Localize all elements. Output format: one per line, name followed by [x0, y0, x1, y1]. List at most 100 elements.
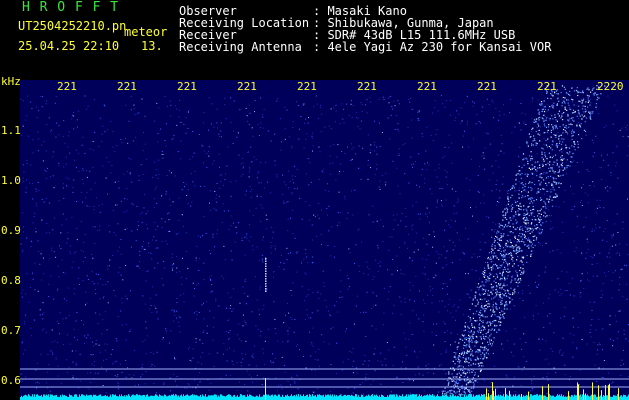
signal-pixel	[545, 204, 547, 206]
noise-pixel	[224, 104, 226, 106]
noise-pixel	[522, 225, 524, 227]
signal-pixel	[489, 339, 491, 341]
baseline-bar	[454, 396, 455, 400]
noise-pixel	[392, 312, 393, 314]
signal-pixel	[477, 283, 480, 285]
noise-pixel	[477, 382, 479, 383]
noise-pixel	[493, 231, 495, 233]
noise-pixel	[140, 164, 142, 166]
noise-pixel	[408, 99, 410, 100]
signal-pixel	[522, 272, 524, 274]
signal-pixel	[465, 372, 467, 375]
signal-pixel	[457, 387, 459, 389]
noise-pixel	[118, 187, 120, 189]
signal-pixel	[502, 314, 504, 316]
signal-pixel	[518, 239, 520, 241]
noise-pixel	[48, 117, 50, 119]
noise-pixel	[464, 102, 466, 104]
noise-pixel	[164, 267, 166, 269]
baseline-bar	[236, 396, 237, 400]
noise-pixel	[179, 294, 181, 296]
signal-pixel	[526, 141, 528, 143]
noise-pixel	[421, 133, 423, 135]
noise-pixel	[547, 315, 548, 317]
noise-pixel	[404, 243, 406, 244]
signal-pixel	[578, 91, 580, 93]
signal-pixel	[555, 183, 557, 185]
noise-pixel	[249, 224, 250, 226]
noise-pixel	[474, 359, 476, 361]
baseline-bar	[562, 396, 563, 400]
noise-pixel	[245, 107, 247, 109]
signal-pixel	[486, 322, 488, 324]
noise-pixel	[409, 379, 411, 381]
noise-pixel	[197, 384, 199, 386]
noise-pixel	[530, 390, 532, 392]
baseline-bar	[138, 395, 139, 400]
noise-pixel	[95, 312, 97, 314]
signal-pixel	[502, 316, 504, 318]
signal-pixel	[515, 245, 517, 247]
signal-pixel	[597, 97, 599, 99]
baseline-bar	[403, 396, 404, 400]
noise-pixel	[91, 254, 92, 255]
signal-pixel	[552, 126, 554, 128]
signal-pixel	[532, 202, 534, 204]
signal-pixel	[499, 272, 501, 274]
baseline-bar	[214, 394, 215, 400]
noise-pixel	[56, 290, 58, 292]
noise-pixel	[530, 131, 532, 132]
noise-pixel	[273, 301, 275, 303]
signal-pixel	[518, 205, 520, 207]
noise-pixel	[541, 155, 543, 157]
noise-pixel	[545, 340, 547, 342]
noise-pixel	[533, 173, 535, 175]
noise-pixel	[392, 259, 394, 260]
signal-pixel	[493, 241, 495, 243]
signal-pixel	[453, 369, 455, 371]
signal-pixel	[499, 296, 501, 298]
noise-pixel	[189, 158, 191, 160]
noise-pixel	[174, 356, 175, 358]
signal-pixel	[483, 347, 485, 349]
noise-pixel	[359, 271, 361, 273]
noise-pixel	[362, 363, 364, 365]
noise-pixel	[194, 288, 195, 289]
noise-pixel	[25, 119, 27, 121]
noise-pixel	[560, 349, 562, 351]
baseline-bar	[375, 395, 376, 400]
noise-pixel	[583, 98, 585, 100]
noise-pixel	[625, 338, 627, 340]
noise-pixel	[113, 290, 115, 291]
noise-pixel	[165, 240, 167, 242]
noise-pixel	[443, 155, 445, 157]
signal-pixel	[556, 89, 559, 91]
baseline-bar	[476, 394, 477, 400]
noise-pixel	[179, 100, 180, 101]
noise-pixel	[203, 330, 205, 332]
noise-pixel	[311, 137, 313, 139]
noise-pixel	[364, 354, 366, 356]
x-tick-label: 221	[237, 80, 257, 93]
signal-pixel	[542, 158, 545, 160]
baseline-bar	[84, 395, 85, 400]
noise-pixel	[153, 206, 155, 208]
baseline-bar	[521, 393, 522, 400]
noise-pixel	[172, 269, 173, 271]
noise-pixel	[461, 120, 463, 122]
noise-pixel	[453, 352, 455, 353]
noise-pixel	[218, 153, 220, 155]
noise-pixel	[153, 383, 155, 384]
noise-pixel	[242, 174, 244, 175]
signal-pixel	[519, 208, 521, 210]
signal-pixel	[462, 369, 464, 371]
baseline-bar	[349, 394, 350, 400]
signal-pixel	[533, 200, 535, 202]
noise-pixel	[267, 181, 269, 183]
signal-pixel	[514, 235, 516, 237]
noise-pixel	[371, 325, 373, 327]
noise-pixel	[58, 134, 60, 136]
signal-pixel	[552, 164, 554, 166]
signal-pixel	[499, 224, 501, 226]
noise-pixel	[164, 140, 166, 141]
